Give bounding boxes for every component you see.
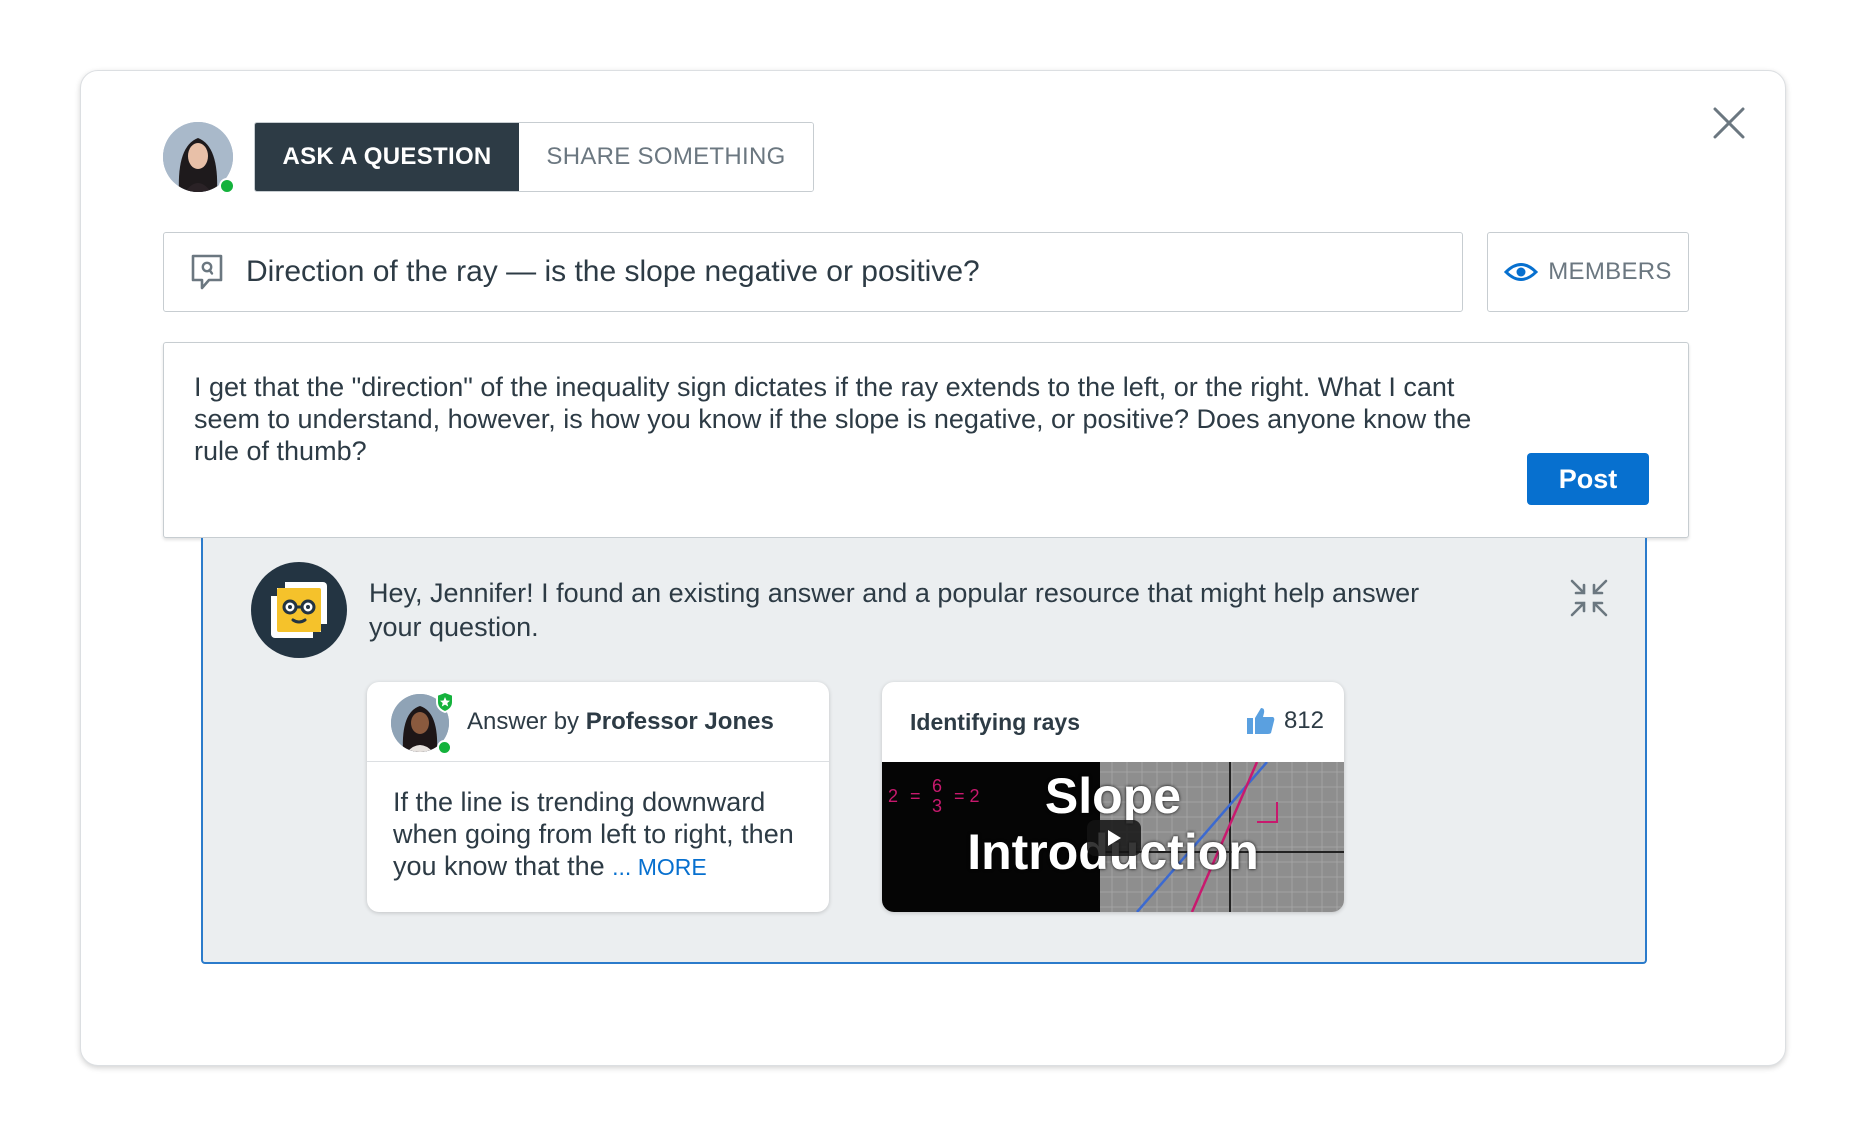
resource-title: Identifying rays [910,709,1080,735]
tab-share-something[interactable]: SHARE SOMETHING [519,123,813,191]
play-button[interactable] [1087,820,1141,856]
post-type-tabs: ASK A QUESTION SHARE SOMETHING [254,122,814,192]
play-icon [1108,830,1121,846]
question-title-input[interactable]: Direction of the ray — is the slope nega… [163,232,1463,312]
visibility-label: MEMBERS [1548,258,1672,285]
answer-card-header: Answer by Professor Jones [367,682,829,762]
visibility-members-button[interactable]: MEMBERS [1487,232,1689,312]
collapse-button[interactable] [1569,578,1609,618]
question-body-value: I get that the "direction" of the inequa… [194,372,1472,466]
answer-prefix: Answer by [467,708,580,735]
eye-icon [1504,263,1539,281]
answer-excerpt: If the line is trending downward when go… [393,786,813,883]
answer-card[interactable]: Answer by Professor Jones If the line is… [367,682,829,912]
question-title-value: Direction of the ray — is the slope nega… [246,255,980,288]
post-button[interactable]: Post [1527,453,1649,505]
question-icon [191,254,223,290]
answer-excerpt-text: If the line is trending downward when go… [393,787,794,881]
thumbs-up-icon [1246,708,1275,734]
question-body-textarea[interactable]: I get that the "direction" of the inequa… [163,342,1689,538]
assistant-avatar [251,562,347,658]
answer-author: Professor Jones [585,708,774,735]
suggestion-panel: Hey, Jennifer! I found an existing answe… [201,538,1647,964]
collapse-icon [1570,579,1608,617]
tab-ask-question[interactable]: ASK A QUESTION [255,123,519,191]
online-status-dot [219,178,235,194]
resource-card[interactable]: Identifying rays 812 2 = 6 3 = 2 Slope [882,682,1344,912]
close-button[interactable] [1712,106,1746,140]
answer-attribution: Answer by Professor Jones [467,708,774,736]
video-thumbnail[interactable]: 2 = 6 3 = 2 Slope Introduction [882,761,1344,912]
bot-icon [271,582,327,638]
verified-badge-icon [436,691,454,713]
video-title-line1: Slope [1044,768,1182,824]
assistant-message: Hey, Jennifer! I found an existing answe… [369,578,1420,642]
professor-online-dot [437,740,452,755]
likes-count: 812 [1283,707,1324,734]
resource-card-header: Identifying rays 812 [882,682,1344,762]
more-link[interactable]: ... MORE [612,854,707,880]
close-icon [1713,107,1745,139]
resource-likes: 812 [1246,706,1324,736]
